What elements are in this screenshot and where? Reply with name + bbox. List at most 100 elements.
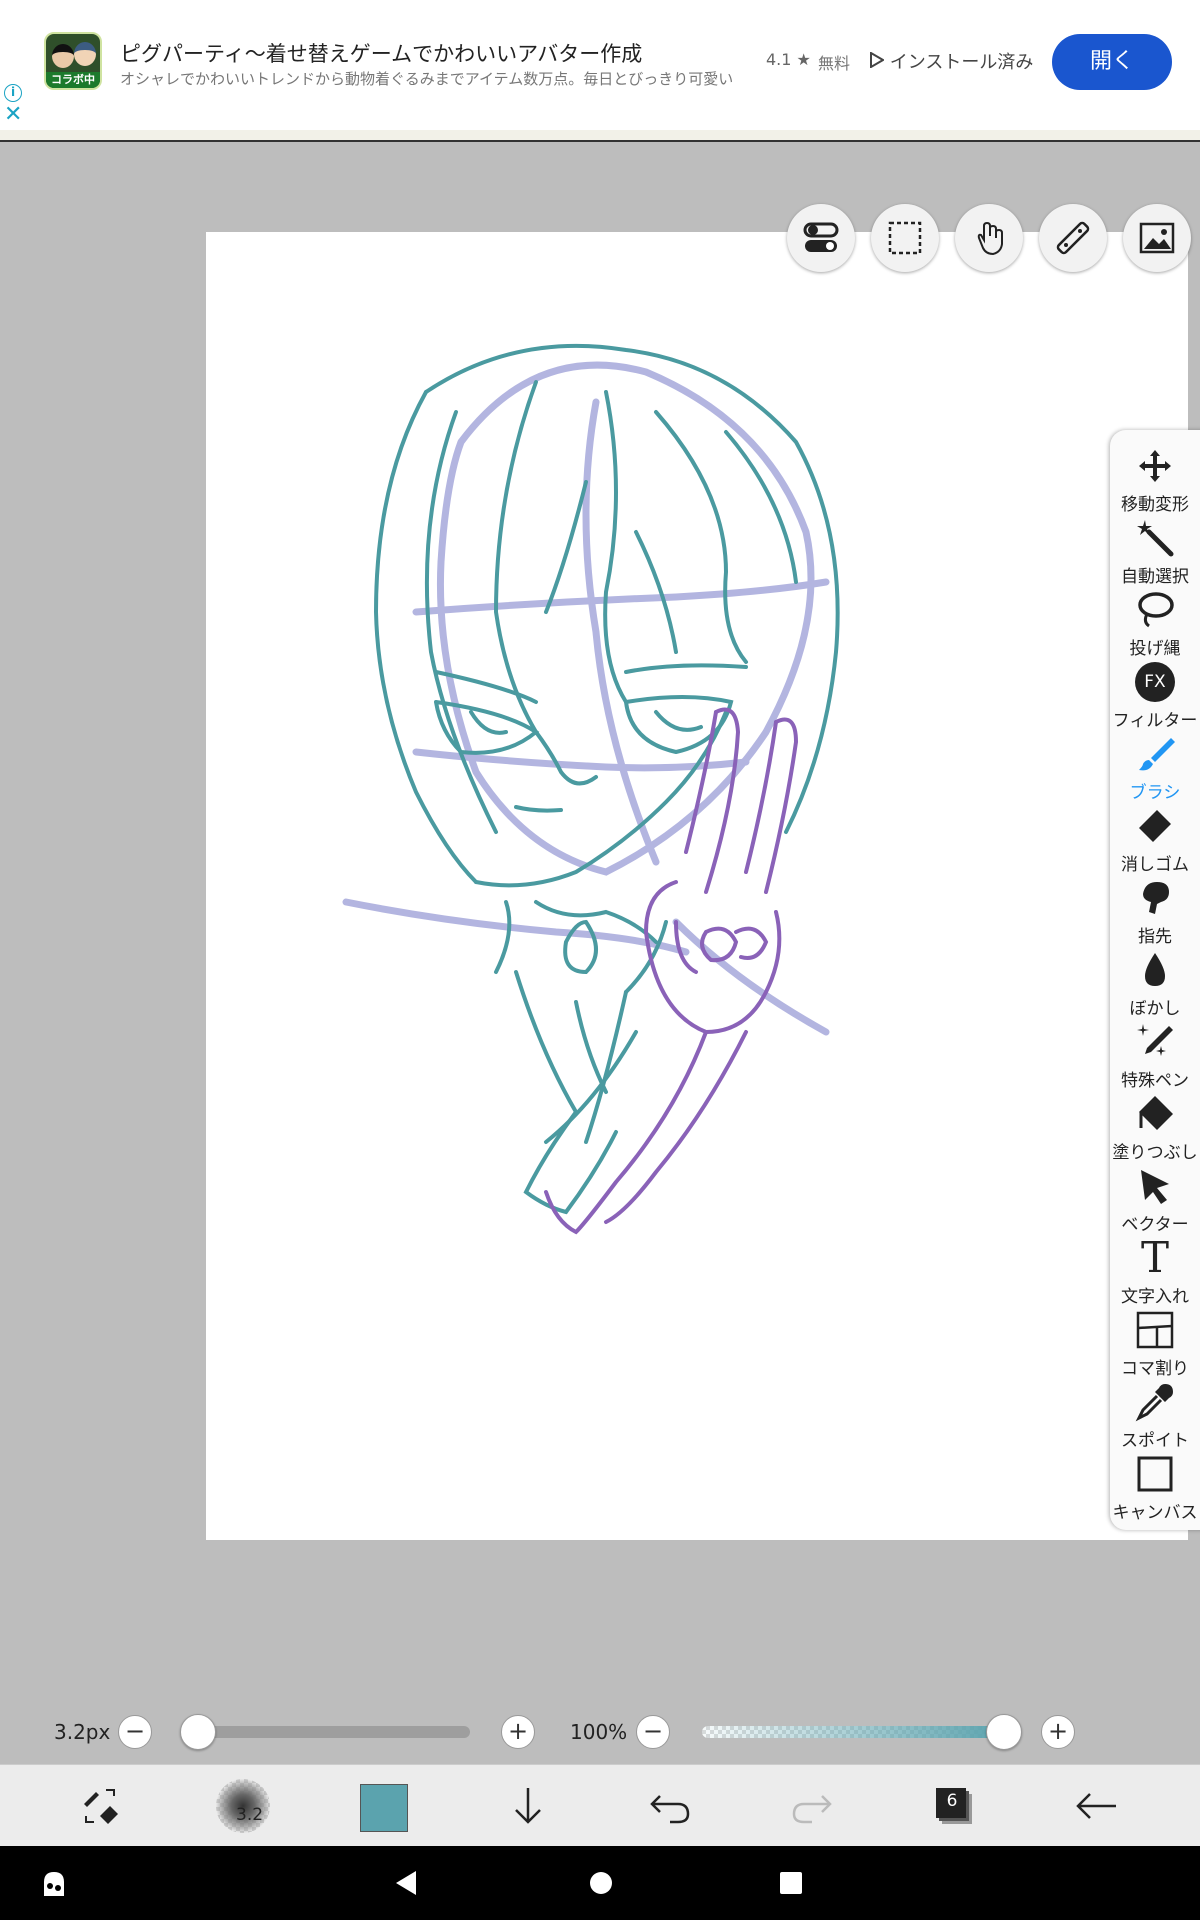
tool-eraser[interactable]: 消しゴム xyxy=(1110,806,1200,878)
magic-wand-icon xyxy=(1137,520,1174,557)
brush-size-decrease-button[interactable]: − xyxy=(118,1715,152,1749)
tool-eyedropper[interactable]: スポイト xyxy=(1110,1382,1200,1454)
ad-banner[interactable]: コラボ中 ピグパーティ〜着せ替えゲームでかわいいアバター作成 オシャレでかわいい… xyxy=(0,0,1200,130)
ad-divider xyxy=(0,130,1200,142)
tool-fill-label: 塗りつぶし xyxy=(1112,1143,1198,1163)
tool-blur-label: ぼかし xyxy=(1129,999,1181,1019)
eraser-icon xyxy=(1139,810,1171,842)
layers-button[interactable]: 6 xyxy=(914,1765,994,1847)
nav-back-icon[interactable] xyxy=(392,1868,422,1898)
toggle-button[interactable] xyxy=(787,204,855,272)
nav-recents-icon[interactable] xyxy=(776,1868,806,1898)
tool-filter[interactable]: FX フィルター xyxy=(1110,662,1200,734)
undo-icon xyxy=(650,1795,690,1824)
play-store-icon xyxy=(870,51,890,73)
opacity-thumb[interactable] xyxy=(986,1714,1022,1750)
back-button[interactable] xyxy=(1056,1765,1136,1847)
tool-blur[interactable]: ぼかし xyxy=(1110,950,1200,1022)
paint-bucket-icon xyxy=(1139,1096,1173,1130)
ruler-button[interactable] xyxy=(1039,204,1107,272)
tool-eyedropper-label: スポイト xyxy=(1121,1431,1189,1451)
color-button[interactable] xyxy=(344,1765,424,1847)
tool-auto-select[interactable]: 自動選択 xyxy=(1110,518,1200,590)
tool-auto-select-label: 自動選択 xyxy=(1121,567,1189,587)
brush-icon xyxy=(1139,738,1175,771)
finger-icon xyxy=(1143,882,1169,914)
bottom-toolbar: 3.2 6 xyxy=(0,1764,1200,1846)
arrow-left-icon xyxy=(1076,1793,1116,1819)
drawing-canvas[interactable] xyxy=(206,232,1188,1540)
hand-icon xyxy=(977,221,1003,256)
tool-vector-label: ベクター xyxy=(1121,1215,1189,1235)
tool-vector[interactable]: ベクター xyxy=(1110,1166,1200,1238)
opacity-decrease-button[interactable]: − xyxy=(636,1715,670,1749)
ad-info-icon[interactable]: i xyxy=(4,84,22,102)
selection-button[interactable] xyxy=(871,204,939,272)
ad-description: オシャレでかわいいトレンドから動物着ぐるみまでアイテム数万点。毎日とびっきり可愛… xyxy=(120,70,734,88)
tool-brush[interactable]: ブラシ xyxy=(1110,734,1200,806)
brush-settings-bar: 3.2px − + 100% − + xyxy=(0,1700,1200,1764)
image-icon xyxy=(1139,222,1175,254)
tool-eraser-label: 消しゴム xyxy=(1121,855,1189,875)
selection-icon xyxy=(888,221,922,255)
nav-home-icon[interactable] xyxy=(586,1868,616,1898)
guide-strokes xyxy=(342,361,830,1036)
tool-finger[interactable]: 指先 xyxy=(1110,878,1200,950)
brush-size-thumb[interactable] xyxy=(180,1714,216,1750)
tool-filter-label: フィルター xyxy=(1112,711,1198,731)
tool-text[interactable]: T 文字入れ xyxy=(1110,1233,1200,1310)
brush-size-value: 3.2px xyxy=(54,1720,111,1744)
text-icon: T xyxy=(1140,1233,1169,1282)
redo-icon xyxy=(792,1795,832,1824)
accessibility-icon[interactable] xyxy=(38,1868,70,1900)
hand-button[interactable] xyxy=(955,204,1023,272)
brush-size-badge: 3.2 xyxy=(236,1805,264,1825)
ad-title[interactable]: ピグパーティ〜着せ替えゲームでかわいいアバター作成 xyxy=(120,38,642,68)
tool-frame[interactable]: コマ割り xyxy=(1110,1310,1200,1382)
opacity-increase-button[interactable]: + xyxy=(1041,1715,1075,1749)
arrow-down-icon xyxy=(515,1788,541,1824)
tool-lasso-label: 投げ縄 xyxy=(1129,639,1181,659)
tool-canvas-label: キャンバス xyxy=(1112,1503,1198,1523)
tool-text-label: 文字入れ xyxy=(1121,1287,1189,1307)
ad-close-icon[interactable]: ✕ xyxy=(4,104,22,126)
eyedropper-icon xyxy=(1135,1384,1173,1422)
ad-app-icon[interactable]: コラボ中 xyxy=(44,32,102,90)
ad-installed-status: インストール済み xyxy=(870,48,1033,74)
tool-finger-label: 指先 xyxy=(1138,927,1172,947)
tool-panel: 移動変形 自動選択 投げ縄 FX フィルター ブラシ 消しゴム 指先 ぼかし 特… xyxy=(1110,430,1200,1530)
ad-price: 無料 xyxy=(818,54,851,73)
sparkle-pen-icon xyxy=(1137,1024,1173,1056)
brush-size-button[interactable]: 3.2 xyxy=(202,1765,282,1847)
undo-button[interactable] xyxy=(630,1765,710,1847)
panel-frame-icon xyxy=(1136,1311,1174,1349)
swap-brush-eraser-button[interactable] xyxy=(60,1765,140,1847)
ad-icon-character-2 xyxy=(74,42,96,66)
current-color-swatch xyxy=(360,1784,408,1832)
canvas-icon xyxy=(1137,1456,1173,1492)
tool-move-label: 移動変形 xyxy=(1121,495,1189,515)
droplet-icon xyxy=(1145,953,1165,986)
brush-size-track[interactable] xyxy=(196,1726,470,1738)
ad-icon-character-1 xyxy=(52,44,74,68)
tool-lasso[interactable]: 投げ縄 xyxy=(1110,590,1200,662)
tool-move[interactable]: 移動変形 xyxy=(1110,446,1200,518)
layer-count: 6 xyxy=(946,1791,958,1811)
ad-open-button[interactable]: 開く xyxy=(1052,34,1172,90)
swap-brush-eraser-icon xyxy=(84,1789,118,1824)
tool-special-pen[interactable]: 特殊ペン xyxy=(1110,1022,1200,1094)
brush-size-increase-button[interactable]: + xyxy=(501,1715,535,1749)
redo-button[interactable] xyxy=(772,1765,852,1847)
tool-special-pen-label: 特殊ペン xyxy=(1121,1071,1189,1091)
image-button[interactable] xyxy=(1123,204,1191,272)
toggle-icon xyxy=(803,222,839,252)
tool-fill[interactable]: 塗りつぶし xyxy=(1110,1094,1200,1166)
cursor-arrow-icon xyxy=(1141,1170,1169,1204)
opacity-track[interactable] xyxy=(702,1726,1004,1738)
fx-icon: FX xyxy=(1135,662,1175,702)
ad-icon-tag: コラボ中 xyxy=(46,72,100,88)
download-layer-button[interactable] xyxy=(488,1765,568,1847)
ad-installed-label: インストール済み xyxy=(889,52,1034,73)
tool-canvas[interactable]: キャンバス xyxy=(1110,1454,1200,1526)
lasso-icon xyxy=(1138,592,1174,628)
